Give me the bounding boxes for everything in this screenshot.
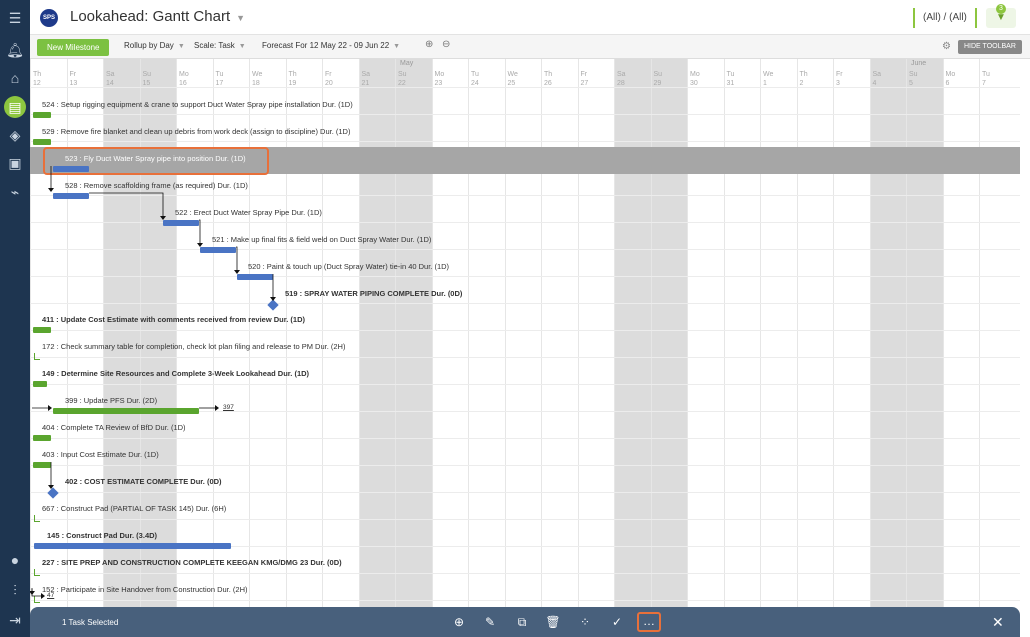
copy-icon[interactable]: ⧉ [514,614,530,630]
chevron-down-icon: ▼ [238,43,246,50]
arrow-head [48,405,52,411]
zoom-in-icon[interactable]: ⊕ [425,39,433,50]
new-milestone-button[interactable]: New Milestone [37,39,110,56]
edit-icon[interactable]: ✎ [482,614,498,630]
link-line [89,192,164,217]
successor-label: 47 [47,592,55,599]
filter-count-badge: 3 [996,4,1006,14]
arrow-head [30,591,35,595]
link-line [199,219,201,244]
page-title-text: Lookahead: Gantt Chart [70,8,231,25]
forecast-label: Forecast For 12 May 22 - 09 Jun 22 [262,41,390,50]
gantt-icon[interactable]: ▤ [4,96,26,118]
arrow-head [270,297,276,301]
zoom-out-icon[interactable]: ⊖ [442,39,450,50]
successor-label: 397 [223,404,234,411]
scale-dropdown[interactable]: Scale: Task ▼ [194,41,246,50]
bell-icon[interactable]: 🔔︎ [5,40,25,60]
gear-icon[interactable]: ⚙ [942,41,951,52]
chart-icon[interactable]: ⌁ [5,182,25,202]
header: SPS Lookahead: Gantt Chart ▼ (All) / (All… [30,0,1030,35]
left-nav: ☰ 🔔︎ ⌂ ▤ ◈ ▣ ⌁ ● ⫶ ⇥ [0,0,30,637]
home-icon[interactable]: ⌂ [5,68,25,88]
layers-icon[interactable]: ◈ [5,125,25,145]
scale-label: Scale: Task [194,41,235,50]
delete-icon[interactable]: 🗑︎ [545,614,561,630]
logout-icon[interactable]: ⇥ [5,610,25,630]
selection-action-bar: 1 Task Selected ⊕ ✎ ⧉ 🗑︎ ⁘ ✓ … ✕ [30,607,1020,637]
user-icon[interactable]: ● [5,550,25,570]
arrow-head [234,270,240,274]
hide-toolbar-button[interactable]: HIDE TOOLBAR [958,40,1022,54]
filter-button[interactable]: ▼ 3 [986,4,1016,28]
schedule-icon[interactable]: ▣ [5,153,25,173]
more-icon[interactable]: … [637,612,661,632]
selection-count: 1 Task Selected [62,618,119,627]
arrow-head [48,485,54,489]
dependency-links [30,166,276,599]
check-icon[interactable]: ✓ [609,614,625,630]
arrow-head [41,593,45,599]
chevron-down-icon: ▼ [177,43,185,50]
arrow-head [48,188,54,192]
gantt-chart: Th 12 Fr 13 Sa 14 Su 15 Mo 16 Tu 17 We 18 Th 19 Fr 20 Sa 21… [30,59,1020,637]
close-icon[interactable]: ✕ [992,614,1004,631]
add-icon[interactable]: ⊕ [451,614,467,630]
menu-icon[interactable]: ☰ [5,8,25,28]
forecast-dropdown[interactable]: Forecast For 12 May 22 - 09 Jun 22 ▼ [262,41,400,50]
arrow-head [215,405,219,411]
page-title[interactable]: Lookahead: Gantt Chart ▼ [70,8,245,25]
sliders-icon[interactable]: ⫶ [5,580,25,600]
toolbar: New Milestone Rollup by Day ▼ Scale: Task… [30,35,1030,59]
sps-logo: SPS [40,9,58,27]
arrow-head [197,243,203,247]
rollup-dropdown[interactable]: Rollup by Day ▼ [124,41,185,50]
chevron-down-icon: ▼ [393,43,401,50]
arrow-head [160,216,166,220]
link-line [236,246,238,271]
chevron-down-icon: ▼ [236,13,246,23]
scope-selector[interactable]: (All) / (All) [913,8,977,28]
link-icon[interactable]: ⁘ [577,614,593,630]
rollup-label: Rollup by Day [124,41,174,50]
